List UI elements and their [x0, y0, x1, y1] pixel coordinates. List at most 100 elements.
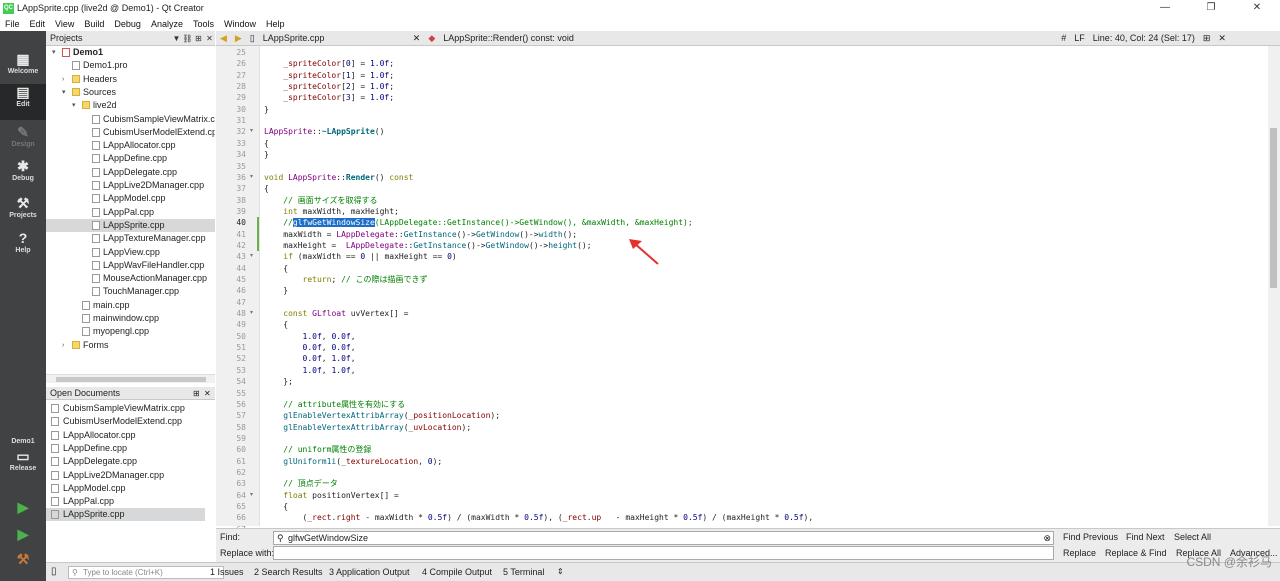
- tree-horizontal-scrollbar[interactable]: [46, 374, 215, 383]
- code-line[interactable]: return; // この際は描画できず: [264, 274, 428, 285]
- filter-icon[interactable]: ▼: [171, 34, 182, 43]
- mode-debug[interactable]: ✱ Debug: [0, 158, 46, 194]
- debug-run-button[interactable]: ▶: [0, 526, 46, 546]
- back-icon[interactable]: ◀: [216, 33, 231, 44]
- code-line[interactable]: 1.0f, 0.0f,: [264, 331, 356, 342]
- run-button[interactable]: ▶: [0, 499, 46, 519]
- tree-item[interactable]: LAppDefine.cpp: [46, 152, 215, 165]
- tree-item[interactable]: CubismUserModelExtend.cpp: [46, 126, 215, 139]
- code-line[interactable]: 1.0f, 1.0f,: [264, 365, 356, 376]
- code-line[interactable]: }: [264, 104, 269, 115]
- tree-item[interactable]: LAppAllocator.cpp: [46, 139, 215, 152]
- maximize-button[interactable]: ❐: [1188, 0, 1234, 16]
- fold-marker-icon[interactable]: ▾: [250, 308, 253, 319]
- terminal-tab[interactable]: 5 Terminal: [503, 567, 544, 577]
- hash-button[interactable]: #: [1057, 33, 1070, 43]
- search-icon[interactable]: ⚲: [277, 532, 284, 544]
- code-line[interactable]: (_rect.left - maxWidth * 0.5f) / (maxWid…: [264, 524, 814, 526]
- code-line[interactable]: glUniform1i(_textureLocation, 0);: [264, 456, 442, 467]
- code-line[interactable]: 0.0f, 1.0f,: [264, 353, 356, 364]
- tree-item[interactable]: › Forms: [46, 339, 215, 352]
- search-results-tab[interactable]: 2 Search Results: [254, 567, 323, 577]
- close-document-icon[interactable]: ✕: [409, 33, 425, 44]
- code-line[interactable]: _spriteColor[2] = 1.0f;: [264, 81, 394, 92]
- scrollbar-thumb[interactable]: [1270, 128, 1277, 288]
- replace-input[interactable]: [273, 546, 1054, 560]
- projects-title[interactable]: Projects: [46, 33, 171, 43]
- code-line[interactable]: };: [264, 376, 293, 387]
- tree-item[interactable]: LAppTextureManager.cpp: [46, 232, 215, 245]
- tree-item[interactable]: LAppLive2DManager.cpp: [46, 179, 215, 192]
- open-document-item[interactable]: LAppAllocator.cpp: [46, 429, 205, 442]
- code-line[interactable]: // 頂点データ: [264, 478, 337, 489]
- code-line[interactable]: {: [264, 183, 269, 194]
- code-line[interactable]: const GLfloat uvVertex[] =: [264, 308, 408, 319]
- open-document-item[interactable]: LAppPal.cpp: [46, 495, 205, 508]
- tree-item[interactable]: LAppWavFileHandler.cpp: [46, 259, 215, 272]
- mode-design[interactable]: ✎ Design: [0, 124, 46, 160]
- open-document-item[interactable]: LAppDefine.cpp: [46, 442, 205, 455]
- menu-view[interactable]: View: [50, 19, 79, 29]
- code-line[interactable]: maxWidth = LAppDelegate::GetInstance()->…: [264, 229, 577, 240]
- fold-marker-icon[interactable]: ▾: [250, 126, 253, 137]
- code-line[interactable]: }: [264, 149, 269, 160]
- tree-item[interactable]: myopengl.cpp: [46, 325, 215, 338]
- split-icon[interactable]: ⊞: [193, 34, 204, 43]
- tree-item[interactable]: Demo1.pro: [46, 59, 215, 72]
- open-documents-title[interactable]: Open Documents: [46, 388, 193, 398]
- issues-tab[interactable]: 1 Issues: [210, 567, 244, 577]
- output-menu-icon[interactable]: ⇕: [557, 567, 564, 576]
- code-line[interactable]: //glfwGetWindowSize(LAppDelegate::GetIns…: [264, 217, 693, 228]
- code-line[interactable]: int maxWidth, maxHeight;: [264, 206, 399, 217]
- mode-welcome[interactable]: ▦ Welcome: [0, 51, 46, 87]
- collapse-arrow-icon[interactable]: ›: [62, 339, 64, 352]
- application-output-tab[interactable]: 3 Application Output: [329, 567, 410, 577]
- code-line[interactable]: {: [264, 138, 269, 149]
- menu-file[interactable]: File: [0, 19, 25, 29]
- editor-vertical-scrollbar[interactable]: [1268, 46, 1280, 526]
- minimize-button[interactable]: —: [1142, 0, 1188, 16]
- tree-item[interactable]: CubismSampleViewMatrix.cpp: [46, 113, 215, 126]
- menu-build[interactable]: Build: [79, 19, 109, 29]
- menu-tools[interactable]: Tools: [188, 19, 219, 29]
- replace-and-find-button[interactable]: Replace & Find: [1105, 548, 1167, 558]
- tree-item[interactable]: ▾ Demo1: [46, 46, 215, 59]
- split-icon[interactable]: ⊞: [1199, 33, 1215, 44]
- expand-arrow-icon[interactable]: ▾: [72, 99, 76, 112]
- menu-analyze[interactable]: Analyze: [146, 19, 188, 29]
- locator-input[interactable]: ⚲ Type to locate (Ctrl+K): [68, 566, 224, 579]
- code-line[interactable]: LAppSprite::~LAppSprite(): [264, 126, 384, 137]
- split-icon[interactable]: ⊞: [193, 389, 204, 398]
- code-line[interactable]: glEnableVertexAttribArray(_positionLocat…: [264, 410, 500, 421]
- code-line[interactable]: maxHeight = LAppDelegate::GetInstance()-…: [264, 240, 591, 251]
- menu-help[interactable]: Help: [261, 19, 290, 29]
- open-document-item[interactable]: LAppModel.cpp: [46, 482, 205, 495]
- code-line[interactable]: 0.0f, 0.0f,: [264, 342, 356, 353]
- tree-item[interactable]: main.cpp: [46, 299, 215, 312]
- fold-marker-icon[interactable]: ▾: [250, 490, 253, 501]
- replace-button[interactable]: Replace: [1063, 548, 1096, 558]
- code-line[interactable]: _spriteColor[1] = 1.0f;: [264, 70, 394, 81]
- code-line[interactable]: {: [264, 319, 288, 330]
- open-document-item[interactable]: LAppDelegate.cpp: [46, 455, 205, 468]
- menu-edit[interactable]: Edit: [25, 19, 51, 29]
- open-document-item[interactable]: CubismSampleViewMatrix.cpp: [46, 402, 205, 415]
- scrollbar-thumb[interactable]: [56, 377, 206, 382]
- select-all-button[interactable]: Select All: [1174, 532, 1211, 542]
- line-ending-selector[interactable]: LF: [1070, 33, 1089, 43]
- open-document-item[interactable]: LAppSprite.cpp: [46, 508, 205, 522]
- compile-output-tab[interactable]: 4 Compile Output: [422, 567, 492, 577]
- code-line[interactable]: float positionVertex[] =: [264, 490, 399, 501]
- mode-help[interactable]: ? Help: [0, 230, 46, 266]
- close-icon[interactable]: ✕: [204, 34, 215, 43]
- code-line[interactable]: {: [264, 501, 288, 512]
- close-icon[interactable]: ✕: [204, 389, 215, 398]
- toggle-sidebar-icon[interactable]: ▯: [51, 566, 57, 577]
- link-icon[interactable]: ⛓: [182, 34, 193, 43]
- code-line[interactable]: // 画面サイズを取得する: [264, 195, 377, 206]
- mode-projects[interactable]: ⚒ Projects: [0, 195, 46, 231]
- code-line[interactable]: // attribute属性を有効にする: [264, 399, 405, 410]
- code-line[interactable]: (_rect.right - maxWidth * 0.5f) / (maxWi…: [264, 512, 814, 523]
- tree-item[interactable]: LAppPal.cpp: [46, 206, 215, 219]
- kit-selector[interactable]: Demo1 ▭ Release: [0, 436, 46, 484]
